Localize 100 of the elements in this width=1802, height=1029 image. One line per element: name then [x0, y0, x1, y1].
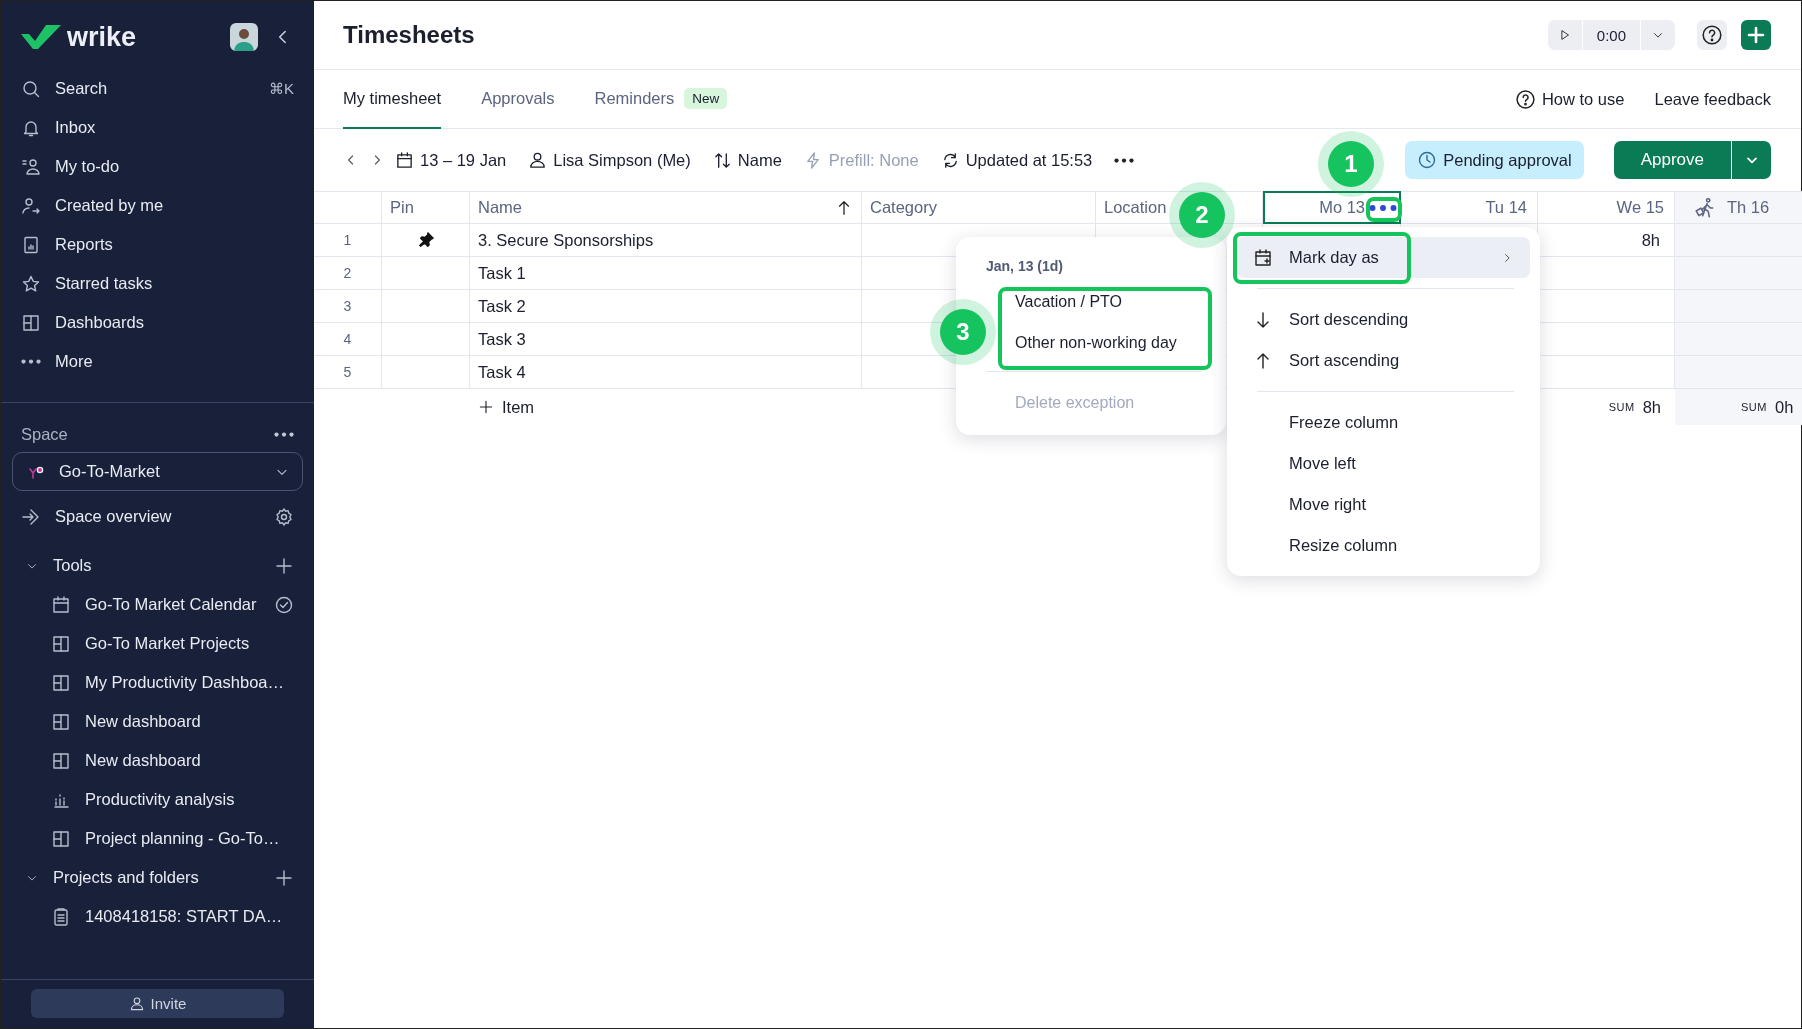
sum-label: SUM [1741, 401, 1767, 413]
menu-item[interactable]: Other non-working day [1015, 322, 1177, 363]
space-dropdown[interactable]: Go-To-Market [12, 452, 303, 491]
menu-item[interactable]: Mark day as [1237, 237, 1530, 278]
help-icon [1701, 24, 1723, 46]
add-icon[interactable] [274, 867, 294, 888]
row-number: 5 [314, 356, 382, 389]
column-header [314, 191, 382, 224]
link[interactable]: Leave feedback [1654, 70, 1771, 128]
table-cell: Task 2 [470, 290, 862, 323]
search-icon [21, 78, 41, 99]
step-badge: 1 [1328, 141, 1374, 187]
menu-item[interactable]: Freeze column [1237, 402, 1530, 443]
step-badge: 3 [940, 309, 986, 355]
status-chip: Pending approval [1405, 141, 1584, 179]
nav-item[interactable]: More [1, 342, 314, 381]
calendar-plus-icon [1253, 247, 1273, 268]
page-title: Timesheets [343, 21, 476, 49]
user-picker[interactable]: Lisa Simpson (Me) [528, 150, 691, 170]
tab[interactable]: Reminders New [594, 70, 728, 129]
dropdown-button[interactable] [1732, 141, 1771, 179]
menu-item[interactable]: Sort descending [1237, 299, 1530, 340]
date-range-button[interactable]: 13 – 19 Jan [395, 150, 507, 170]
menu-item[interactable]: Vacation / PTO [1015, 281, 1122, 322]
approve-button[interactable]: Approve [1613, 141, 1732, 179]
help-icon [1514, 88, 1536, 110]
nav-item[interactable]: Created by me [1, 186, 314, 225]
column-header[interactable]: Pin [382, 191, 470, 224]
menu-heading: Jan, 13 (1d) [985, 257, 1065, 276]
layout-icon [51, 750, 71, 771]
tree-item[interactable]: Project planning - Go-To… [1, 819, 314, 858]
more-icon[interactable] [1369, 203, 1397, 212]
refresh-status[interactable]: Updated at 15:53 [940, 150, 1093, 170]
plus-icon [1746, 25, 1766, 45]
nav-item[interactable]: Inbox [1, 108, 314, 147]
menu-item[interactable]: Resize column [1237, 525, 1530, 566]
table-cell: Task 3 [470, 323, 862, 356]
highlight-frame [1366, 197, 1402, 222]
add-icon[interactable] [274, 555, 294, 576]
tab[interactable]: Approvals [481, 70, 555, 129]
shortcut-hint: ⌘K [269, 79, 294, 98]
nav-item[interactable]: My to-do [1, 147, 314, 186]
column-header[interactable]: Th 16 [1675, 191, 1802, 224]
table-cell: 3. Secure Sponsorships [470, 224, 862, 257]
tree-item[interactable]: Go-To Market Projects [1, 624, 314, 663]
menu-item[interactable]: Move left [1237, 443, 1530, 484]
check-mark-icon [21, 25, 61, 49]
nav-item[interactable]: Search ⌘K [1, 69, 314, 108]
invite-button[interactable]: Invite [31, 989, 284, 1018]
layout-icon [21, 312, 41, 333]
tree-item[interactable]: My Productivity Dashboa… [1, 663, 314, 702]
column-header[interactable]: Category [862, 191, 1096, 224]
person-icon [528, 150, 548, 170]
row-number: 1 [314, 224, 382, 257]
tree-item[interactable]: 1408418158: START DA… [1, 897, 314, 936]
logo-text: wrike [67, 21, 137, 53]
tab[interactable]: My timesheet [343, 70, 442, 129]
table-cell: Task 4 [470, 356, 862, 389]
more-icon [21, 359, 41, 364]
add-item-button[interactable]: Item [470, 397, 535, 417]
report-icon [21, 234, 41, 255]
nav-item[interactable]: Space overview [1, 497, 314, 536]
person-arrow-icon [21, 195, 41, 216]
tree-item[interactable]: Productivity analysis [1, 780, 314, 819]
add-button[interactable] [1741, 20, 1771, 50]
column-header[interactable]: Name [470, 191, 862, 224]
help-button[interactable] [1697, 20, 1727, 50]
menu-item[interactable]: Sort ascending [1237, 340, 1530, 381]
column-header[interactable]: Tu 14 [1401, 191, 1538, 224]
section-title[interactable]: Tools [53, 556, 260, 575]
new-badge: New [684, 88, 728, 109]
avatar[interactable] [230, 23, 258, 51]
column-header[interactable]: We 15 [1538, 191, 1675, 224]
row-number: 2 [314, 257, 382, 290]
section-title[interactable]: Projects and folders [53, 868, 260, 887]
link[interactable]: How to use [1514, 70, 1625, 128]
nav-item[interactable]: Dashboards [1, 303, 314, 342]
tree-item[interactable]: New dashboard [1, 741, 314, 780]
sum-value: 0h [1774, 397, 1794, 417]
layout-icon [51, 672, 71, 693]
nav-item[interactable]: Starred tasks [1, 264, 314, 303]
menu-item[interactable]: Move right [1237, 484, 1530, 525]
clipboard-icon [51, 906, 71, 927]
more-icon[interactable] [274, 432, 294, 437]
tree-item[interactable]: Go-To Market Calendar [1, 585, 314, 624]
tree-item[interactable]: New dashboard [1, 702, 314, 741]
more-icon[interactable] [1114, 157, 1135, 163]
nav-item[interactable]: Reports [1, 225, 314, 264]
clock-icon [1417, 150, 1438, 170]
layout-icon [51, 633, 71, 654]
sort-button[interactable]: Name [712, 150, 782, 170]
row-number: 3 [314, 290, 382, 323]
row-number: 4 [314, 323, 382, 356]
layout-icon [51, 711, 71, 732]
settings-icon[interactable] [274, 506, 294, 527]
timer-control[interactable]: 0:00 [1547, 20, 1675, 50]
star-icon [21, 273, 41, 294]
column-header[interactable]: Mo 13 [1263, 191, 1401, 224]
step-badge: 2 [1179, 192, 1225, 238]
layout-icon [51, 828, 71, 849]
